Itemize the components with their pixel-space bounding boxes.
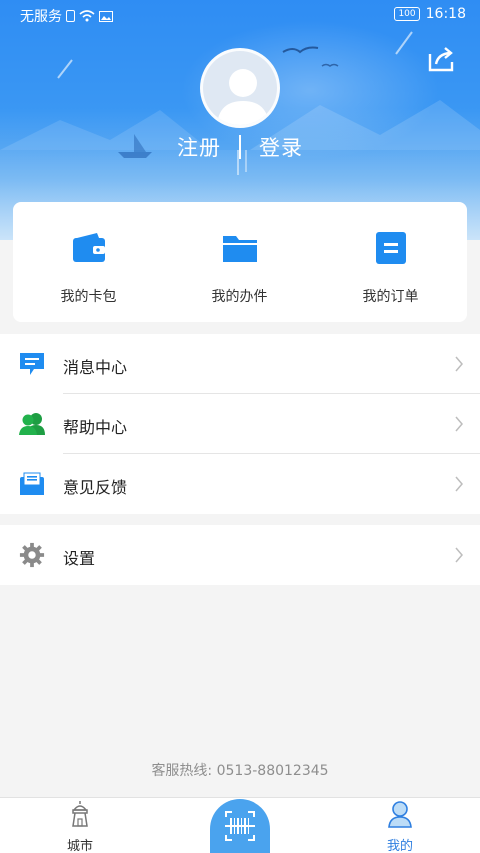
- my-cases-label: 我的办件: [211, 289, 268, 305]
- auth-links: 注册 登录: [0, 132, 480, 162]
- tab-mine[interactable]: 我的: [360, 800, 440, 853]
- status-bar: 无服务 100 16:18: [0, 0, 480, 30]
- message-icon: [20, 353, 44, 375]
- share-icon[interactable]: [426, 44, 456, 74]
- menu-item-label: 帮助中心: [63, 418, 128, 437]
- chevron-right-icon: [455, 356, 463, 372]
- menu-item-label: 设置: [63, 549, 96, 568]
- my-cards-label: 我的卡包: [60, 289, 117, 305]
- barcode-scan-icon: [225, 811, 255, 841]
- my-cases-button[interactable]: 我的办件: [164, 232, 315, 306]
- my-orders-button[interactable]: 我的订单: [315, 232, 466, 306]
- menu-item-settings[interactable]: 设置: [0, 525, 480, 585]
- wallet-icon: [72, 233, 105, 262]
- chevron-right-icon: [455, 476, 463, 492]
- menu-group-main: 消息中心 帮助中心 意见反馈: [0, 334, 480, 514]
- tab-city[interactable]: 城市: [40, 800, 120, 853]
- scan-button[interactable]: [210, 799, 270, 853]
- chevron-right-icon: [455, 416, 463, 432]
- avatar[interactable]: [200, 48, 280, 128]
- mail-icon: [20, 472, 44, 495]
- city-tower-icon: [72, 801, 88, 827]
- menu-item-help[interactable]: 帮助中心: [0, 394, 480, 454]
- login-link[interactable]: 登录: [259, 132, 303, 162]
- customer-service-hotline[interactable]: 客服热线: 0513-88012345: [0, 760, 480, 780]
- menu-item-label: 消息中心: [63, 358, 128, 377]
- folder-icon: [222, 236, 257, 262]
- battery-indicator: 100: [394, 7, 420, 21]
- image-notification-icon: [99, 10, 113, 22]
- gear-icon: [19, 542, 45, 568]
- carrier-text: 无服务: [20, 9, 62, 25]
- wifi-icon: [79, 10, 95, 22]
- my-cards-button[interactable]: 我的卡包: [13, 232, 164, 306]
- quick-actions-card: 我的卡包 我的办件 我的订单: [13, 202, 467, 322]
- sim-icon: [66, 10, 75, 22]
- user-icon: [388, 801, 412, 828]
- chevron-right-icon: [455, 547, 463, 563]
- register-link[interactable]: 注册: [177, 132, 221, 162]
- menu-item-feedback[interactable]: 意见反馈: [0, 454, 480, 514]
- users-icon: [19, 413, 45, 435]
- tab-city-label: 城市: [66, 839, 93, 853]
- clock-text: 16:18: [425, 6, 466, 22]
- tab-mine-label: 我的: [386, 839, 413, 853]
- order-icon: [375, 232, 406, 264]
- auth-divider: [239, 135, 241, 159]
- menu-item-messages[interactable]: 消息中心: [0, 334, 480, 394]
- my-orders-label: 我的订单: [362, 289, 419, 305]
- menu-group-settings: 设置: [0, 525, 480, 585]
- menu-item-label: 意见反馈: [63, 478, 128, 497]
